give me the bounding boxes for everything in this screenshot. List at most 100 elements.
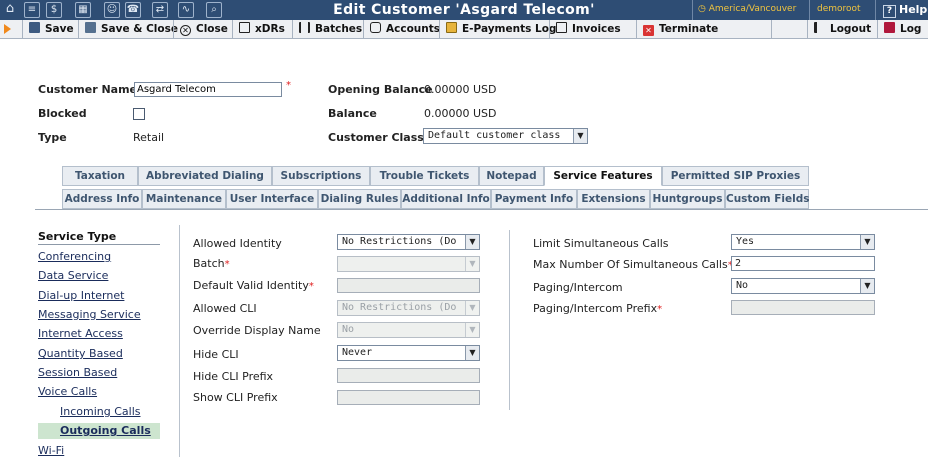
blocked-label: Blocked (38, 107, 87, 120)
column-divider (509, 230, 510, 410)
hide-cli-select[interactable]: Never ▼ (337, 345, 480, 361)
nav-item-wi-fi[interactable]: Wi-Fi (38, 444, 64, 457)
tab-huntgroups[interactable]: Huntgroups (650, 189, 725, 209)
logout-button[interactable]: Logout (807, 20, 871, 39)
batch-select[interactable]: ▼ (337, 256, 480, 272)
chevron-down-icon: ▼ (465, 257, 479, 271)
person-icon[interactable]: ☺ (104, 2, 120, 18)
log-label: Log (900, 23, 922, 35)
grid-icon[interactable]: ▦ (75, 2, 91, 18)
paging-intercom-prefix-input[interactable] (731, 300, 875, 315)
epayments-log-button[interactable]: E-Payments Log (439, 20, 556, 39)
accounts-label: Accounts (386, 23, 441, 35)
max-simultaneous-calls-label: Max Number Of Simultaneous Calls* (533, 258, 733, 271)
nav-item-quantity-based[interactable]: Quantity Based (38, 347, 123, 360)
chart-icon[interactable]: ∿ (178, 2, 194, 18)
hide-cli-prefix-input[interactable] (337, 368, 480, 383)
tab-notepad[interactable]: Notepad (479, 166, 544, 186)
batch-label: Batch* (193, 257, 230, 270)
tab-maintenance[interactable]: Maintenance (142, 189, 226, 209)
tab-dialing-rules[interactable]: Dialing Rules (318, 189, 401, 209)
tab-extensions[interactable]: Extensions (577, 189, 650, 209)
nav-item-dial-up-internet[interactable]: Dial-up Internet (38, 289, 124, 302)
hide-cli-value: Never (342, 347, 373, 358)
chevron-down-icon: ▼ (465, 323, 479, 337)
override-display-name-value: No (342, 324, 355, 335)
tab-address-info[interactable]: Address Info (62, 189, 142, 209)
help-link[interactable]: ? Help (883, 3, 927, 18)
home-icon[interactable]: ⌂ (2, 2, 18, 18)
save-label: Save (45, 23, 74, 35)
nav-item-session-based[interactable]: Session Based (38, 366, 117, 379)
tab-user-interface[interactable]: User Interface (226, 189, 318, 209)
allowed-identity-label: Allowed Identity (193, 237, 282, 250)
tab-payment-info[interactable]: Payment Info (491, 189, 577, 209)
tab-abbreviated-dialing[interactable]: Abbreviated Dialing (138, 166, 272, 186)
save-close-label: Save & Close (101, 23, 178, 35)
blocked-checkbox[interactable] (133, 108, 145, 120)
dollar-icon[interactable]: $ (46, 2, 62, 18)
search-icon[interactable]: ⌕ (206, 2, 222, 18)
balance-value: 0.00000 USD (424, 107, 497, 120)
allowed-cli-value: No Restrictions (Do (342, 302, 457, 313)
timezone-link[interactable]: ◷ America/Vancouver (698, 4, 796, 14)
user-name[interactable]: demoroot (817, 4, 861, 14)
tab-custom-fields[interactable]: Custom Fields (725, 189, 810, 209)
allowed-cli-select[interactable]: No Restrictions (Do ▼ (337, 300, 480, 316)
floppy-icon (85, 22, 96, 33)
allowed-identity-select[interactable]: No Restrictions (Do ▼ (337, 234, 480, 250)
nav-item-outgoing-calls[interactable]: Outgoing Calls (60, 424, 151, 437)
nav-item-incoming-calls[interactable]: Incoming Calls (60, 405, 140, 418)
tab-service-features[interactable]: Service Features (544, 166, 662, 186)
paging-intercom-prefix-label: Paging/Intercom Prefix* (533, 302, 662, 315)
type-label: Type (38, 131, 67, 144)
tab-subscriptions[interactable]: Subscriptions (272, 166, 370, 186)
save-button[interactable]: Save (22, 20, 74, 39)
default-valid-identity-input[interactable] (337, 278, 480, 293)
invoices-label: Invoices (572, 23, 621, 35)
help-label: Help (899, 3, 928, 16)
paging-intercom-select[interactable]: No ▼ (731, 278, 875, 294)
transfer-icon[interactable]: ⇄ (152, 2, 168, 18)
accounts-button[interactable]: Accounts (363, 20, 440, 39)
terminate-button[interactable]: ✕ Terminate (636, 20, 718, 39)
invoice-icon (556, 22, 567, 33)
arrow-right-icon (4, 24, 11, 34)
chevron-down-icon: ▼ (465, 301, 479, 315)
epayments-label: E-Payments Log (462, 23, 557, 35)
close-button[interactable]: ✕ Close (173, 20, 228, 39)
limit-simultaneous-calls-select[interactable]: Yes ▼ (731, 234, 875, 250)
opening-balance-value: 0.00000 USD (424, 83, 497, 96)
invoices-button[interactable]: Invoices (549, 20, 621, 39)
document-icon (239, 22, 250, 33)
tab-taxation[interactable]: Taxation (62, 166, 138, 186)
nav-item-conferencing[interactable]: Conferencing (38, 250, 111, 263)
list-icon[interactable]: ≡ (24, 2, 40, 18)
tab-permitted-sip-proxies[interactable]: Permitted SIP Proxies (662, 166, 809, 186)
phone-grid-icon[interactable]: ☎ (125, 2, 141, 18)
show-cli-prefix-input[interactable] (337, 390, 480, 405)
required-marker: * (224, 259, 230, 270)
batches-button[interactable]: Batches (292, 20, 362, 39)
tab-trouble-tickets[interactable]: Trouble Tickets (370, 166, 479, 186)
max-simultaneous-calls-input[interactable]: 2 (731, 256, 875, 271)
chevron-down-icon: ▼ (465, 235, 479, 249)
nav-item-internet-access[interactable]: Internet Access (38, 327, 123, 340)
nav-item-voice-calls[interactable]: Voice Calls (38, 385, 97, 398)
tab-additional-info[interactable]: Additional Info (401, 189, 491, 209)
batches-label: Batches (315, 23, 363, 35)
override-display-name-select[interactable]: No ▼ (337, 322, 480, 338)
chevron-down-icon: ▼ (573, 129, 587, 143)
xdrs-button[interactable]: xDRs (232, 20, 285, 39)
toolbar: Save Save & Close ✕ Close xDRs Batches Ac… (0, 20, 928, 39)
top-header-bar: ⌂ ≡ $ ▦ ☺ ☎ ⇄ ∿ ⌕ Edit Customer 'Asgard … (0, 0, 928, 20)
customer-class-select[interactable]: Default customer class ▼ (423, 128, 588, 144)
log-button[interactable]: Log (877, 20, 921, 39)
xdrs-label: xDRs (255, 23, 285, 35)
nav-item-messaging-service[interactable]: Messaging Service (38, 308, 141, 321)
type-value: Retail (133, 131, 165, 144)
customer-name-input[interactable] (134, 82, 282, 97)
nav-item-data-service[interactable]: Data Service (38, 269, 108, 282)
save-close-button[interactable]: Save & Close (78, 20, 178, 39)
paging-intercom-prefix-text: Paging/Intercom Prefix (533, 302, 658, 315)
